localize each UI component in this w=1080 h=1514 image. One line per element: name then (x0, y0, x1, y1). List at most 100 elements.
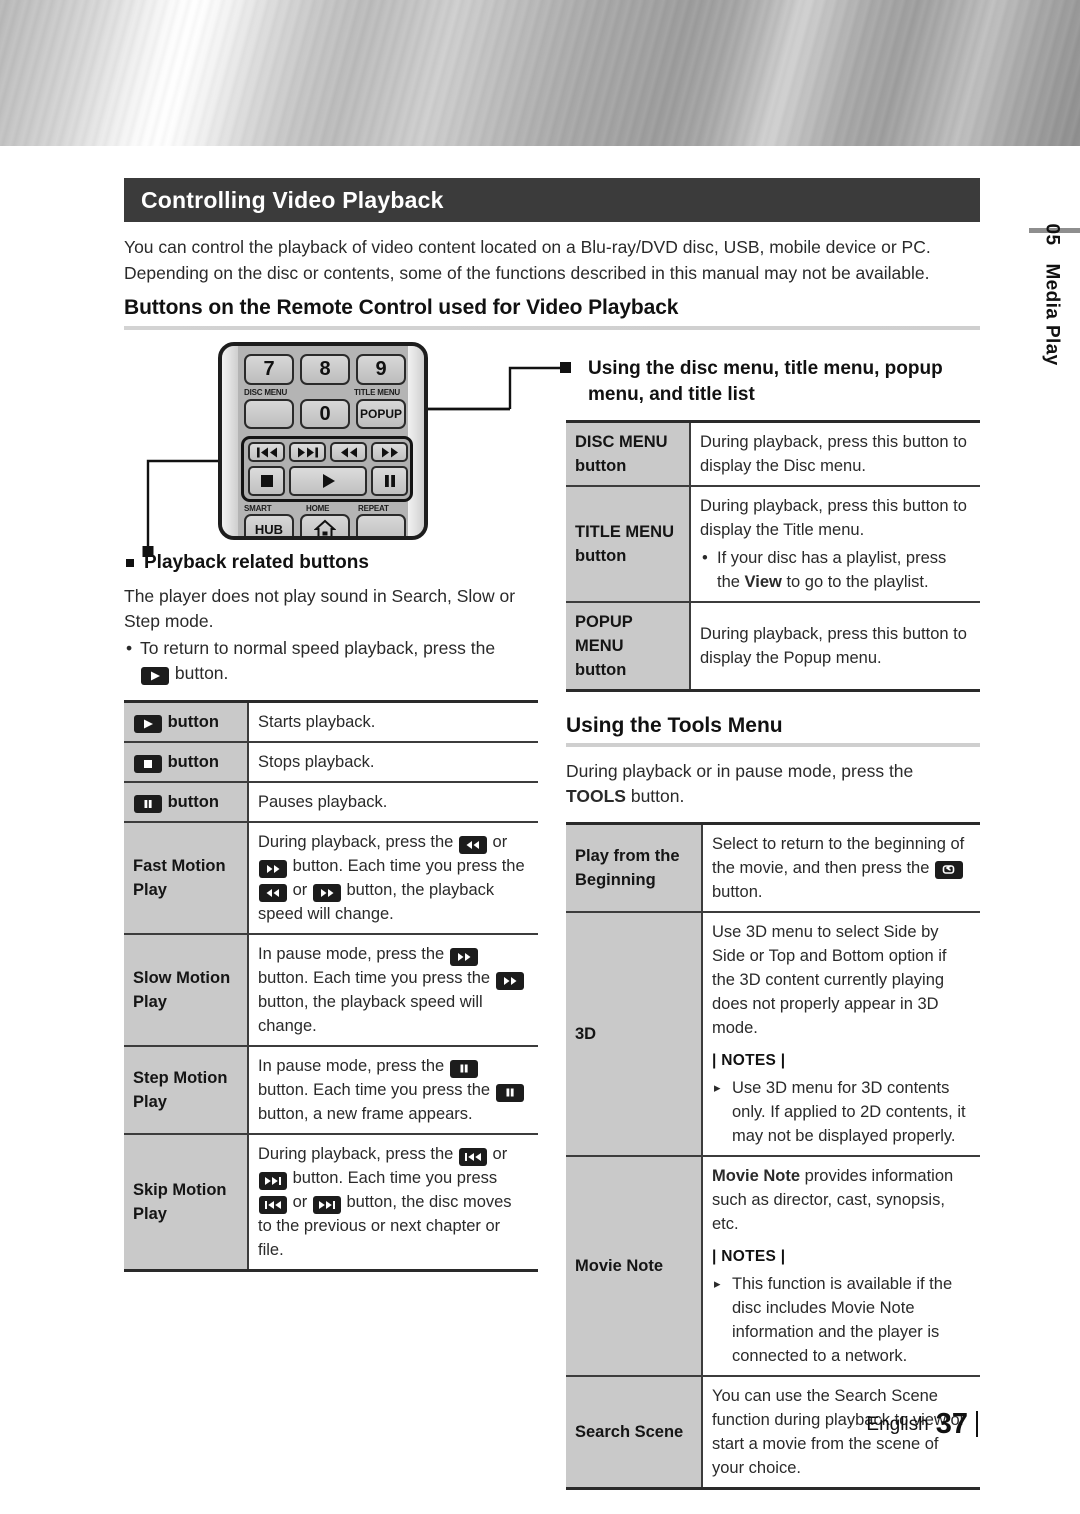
remote-label-repeat: REPEAT (358, 504, 389, 513)
play-icon[interactable] (289, 466, 367, 496)
rewind-key-icon (259, 884, 287, 902)
movie-note-note-item: ▸ This function is available if the disc… (712, 1272, 971, 1368)
table-row: Fast Motion Play During playback, press … (124, 822, 538, 935)
fast-l2a: Each time you press the (347, 857, 525, 875)
triangle-bullet-icon: ▸ (714, 1276, 721, 1291)
pause-key-icon (495, 1083, 524, 1102)
intro-paragraph: You can control the playback of video co… (124, 237, 931, 283)
pause-icon[interactable] (371, 466, 408, 496)
remote-key-popup[interactable]: POPUP (356, 399, 406, 429)
play-from-beginning-l1: Play from the (575, 847, 680, 865)
row-desc-disc-menu: During playback, press this button to di… (690, 420, 980, 487)
remote-transport-cluster (241, 436, 413, 502)
fast-l1a: During playback, press the (258, 833, 454, 851)
movie-note-bold: Movie Note (712, 1167, 801, 1185)
row-key-disc-menu-l2: button (575, 457, 627, 475)
normal-speed-note: • To return to normal speed playback, pr… (124, 636, 538, 686)
menu-buttons-table: DISC MENU button During playback, press … (566, 420, 980, 692)
skip-backward-icon[interactable] (248, 442, 285, 462)
table-row: DISC MENU button During playback, press … (566, 420, 980, 487)
row-desc-pause: Pauses playback. (248, 782, 538, 823)
remote-key-7[interactable]: 7 (244, 354, 294, 385)
skip-l1a: During playback, press the (258, 1145, 454, 1163)
playback-buttons-heading: Playback related buttons (124, 550, 538, 576)
stop-icon[interactable] (248, 466, 285, 496)
row-key-play: button (124, 700, 249, 743)
remote-key-repeat[interactable] (356, 514, 406, 536)
row-key-stop-label: button (167, 753, 219, 771)
remote-keypad: 7 8 9 DISC MENU TITLE MENU 0 POPUP SMART… (238, 346, 413, 536)
row-desc-fast-motion: During playback, press the or button. Ea… (248, 822, 538, 935)
play-key-icon (141, 667, 169, 685)
tools-intro: During playback or in pause mode, press … (566, 759, 980, 809)
tools-menu-rule (566, 743, 980, 747)
rewind-icon[interactable] (330, 442, 367, 462)
tools-menu-table: Play from the Beginning Select to return… (566, 822, 980, 1490)
play-key-icon (134, 715, 162, 733)
bullet-square-icon (126, 559, 134, 567)
row-key-stop: button (124, 742, 249, 783)
row-key-fast-motion: Fast Motion Play (124, 822, 249, 935)
top-metallic-banner (0, 0, 1080, 146)
3d-notes-label: | NOTES | (712, 1052, 786, 1069)
row-desc-title-menu: During playback, press this button to di… (690, 486, 980, 603)
skip-l1c: button. (292, 1169, 344, 1187)
title-menu-playlist-note: • If your disc has a playlist, press the… (700, 546, 971, 594)
tools-menu-heading-block: Using the Tools Menu (566, 714, 980, 747)
fast-forward-key-icon (259, 860, 287, 878)
skip-forward-key-icon (312, 1196, 341, 1214)
row-desc-slow-motion: In pause mode, press the button. Each ti… (248, 934, 538, 1047)
playback-buttons-table: button Starts playback. button Stops pla… (124, 700, 538, 1272)
step-l1a: In pause mode, press the (258, 1057, 445, 1075)
step-l2a: Each time you press the (313, 1081, 491, 1099)
remote-key-disc-menu[interactable] (244, 399, 294, 429)
table-row: POPUP MENU button During playback, press… (566, 602, 980, 692)
row-key-disc-menu: DISC MENU button (566, 420, 691, 487)
row-desc-step-motion: In pause mode, press the button. Each ti… (248, 1046, 538, 1135)
table-row: TITLE MENU button During playback, press… (566, 486, 980, 603)
disc-menu-heading: Using the disc menu, title menu, popup m… (566, 356, 980, 408)
skip-forward-key-icon (259, 1172, 287, 1190)
remote-key-8[interactable]: 8 (300, 354, 350, 385)
row-key-play-from-beginning: Play from the Beginning (566, 822, 703, 913)
remote-key-9[interactable]: 9 (356, 354, 406, 385)
home-icon[interactable] (300, 514, 350, 536)
subheading-rule (124, 326, 980, 330)
skip-forward-icon[interactable] (289, 442, 326, 462)
footer-page-number: 37 (935, 1408, 968, 1440)
row-key-step-motion: Step Motion Play (124, 1046, 249, 1135)
row-desc-3d: Use 3D menu to select Side by Side or To… (702, 912, 980, 1157)
fast-l1b: or (492, 833, 508, 851)
rewind-key-icon (458, 836, 487, 854)
table-row: Step Motion Play In pause mode, press th… (124, 1046, 538, 1135)
row-desc-skip-motion: During playback, press the or button. Ea… (248, 1134, 538, 1272)
return-key-icon (934, 860, 963, 879)
remote-key-0[interactable]: 0 (300, 399, 350, 429)
slow-l1a: In pause mode, press the (258, 945, 445, 963)
table-row: 3D Use 3D menu to select Side by Side or… (566, 912, 980, 1157)
row-key-title-menu-l2: button (575, 547, 627, 565)
row-desc-play-from-beginning: Select to return to the beginning of the… (702, 822, 980, 913)
dot-bullet-icon: • (702, 549, 708, 567)
row-key-skip-motion: Skip Motion Play (124, 1134, 249, 1272)
table-row: Skip Motion Play During playback, press … (124, 1134, 538, 1272)
play-from-beginning-l2: Beginning (575, 871, 656, 889)
slow-l1b: button. (258, 969, 309, 987)
stop-key-icon (134, 755, 162, 773)
page-title: Controlling Video Playback (141, 186, 444, 213)
remote-label-title-menu: TITLE MENU (354, 388, 400, 397)
remote-control-illustration: 7 8 9 DISC MENU TITLE MENU 0 POPUP SMART… (210, 342, 440, 547)
row-desc-movie-note: Movie Note provides information such as … (702, 1156, 980, 1377)
tools-menu-heading: Using the Tools Menu (566, 714, 783, 737)
3d-body: Use 3D menu to select Side by Side or To… (712, 923, 947, 1037)
playback-paragraph: The player does not play sound in Search… (124, 586, 516, 631)
slow-l2a: Each time you press the (313, 969, 491, 987)
fast-forward-key-icon (312, 884, 341, 902)
footer-language: English (866, 1414, 929, 1435)
table-row: Movie Note Movie Note provides informati… (566, 1156, 980, 1377)
disc-menu-heading-text: Using the disc menu, title menu, popup m… (588, 358, 943, 405)
remote-key-smart-hub[interactable]: HUB (244, 514, 294, 536)
normal-speed-note-pre: To return to normal speed playback, pres… (140, 638, 496, 658)
fast-forward-icon[interactable] (371, 442, 408, 462)
skip-l2a: Each time you press (347, 1169, 498, 1187)
